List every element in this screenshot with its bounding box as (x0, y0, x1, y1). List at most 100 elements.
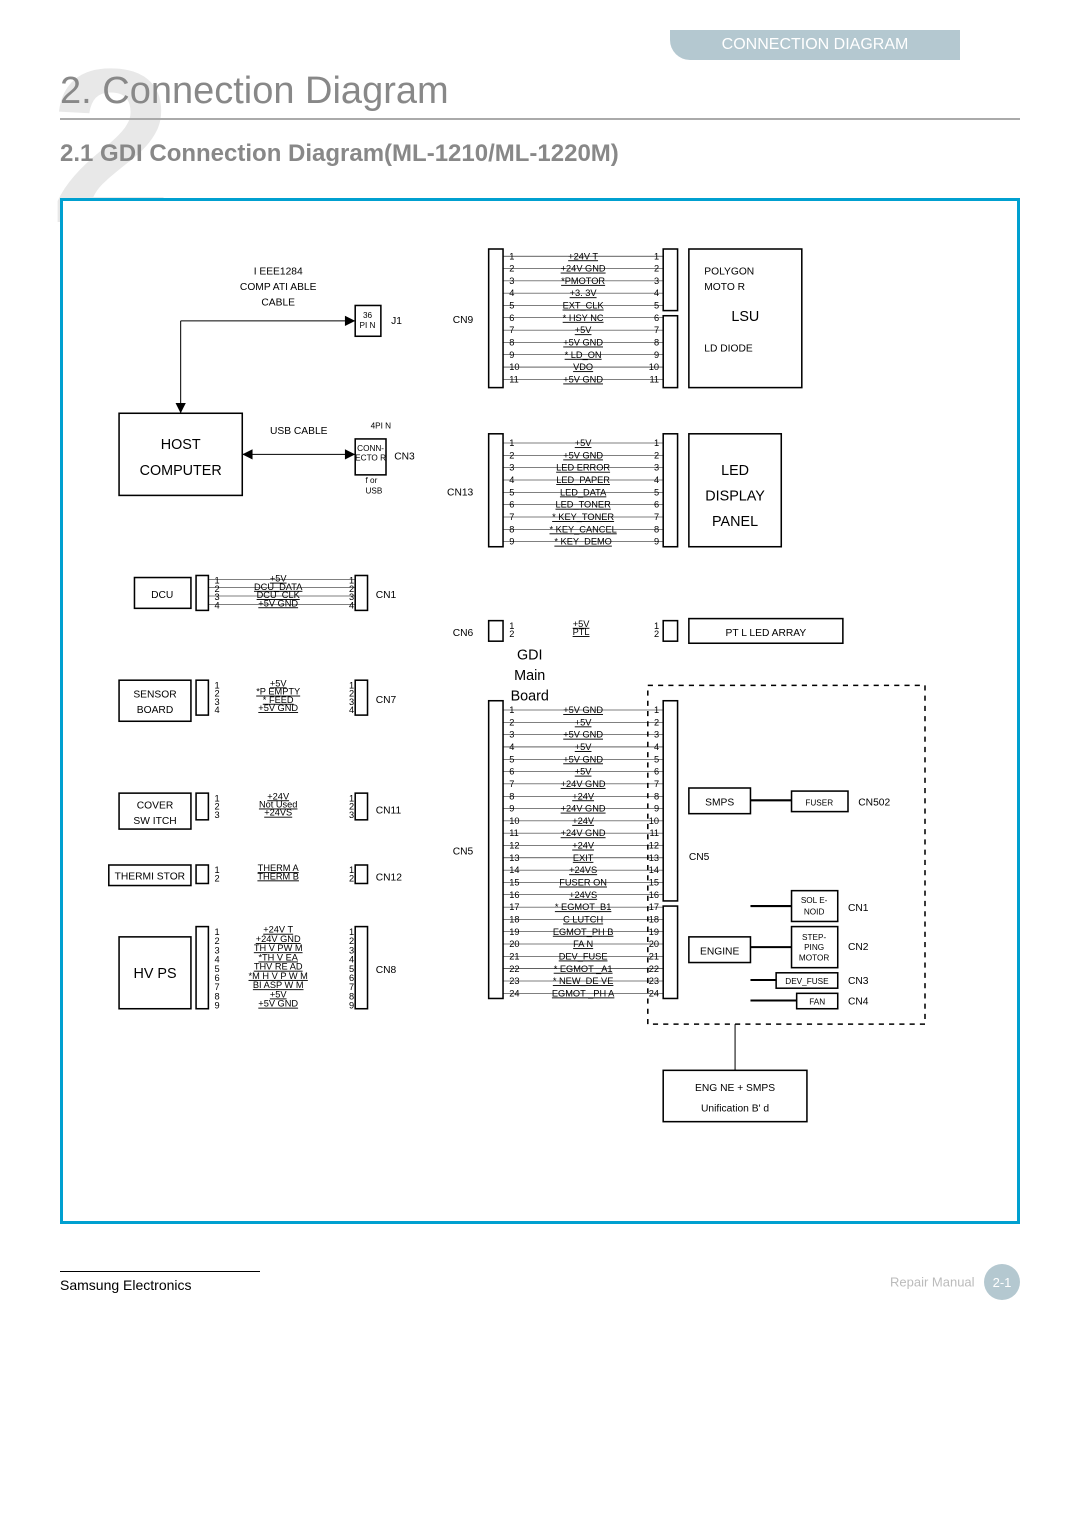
svg-text:10: 10 (649, 816, 659, 826)
svg-text:10: 10 (509, 816, 519, 826)
svg-text:14: 14 (509, 865, 519, 875)
svg-text:4: 4 (349, 705, 354, 715)
svg-text:DEV_FUSE: DEV_FUSE (785, 977, 829, 986)
svg-text:6: 6 (509, 313, 514, 323)
svg-text:3: 3 (509, 276, 514, 286)
svg-text:NOID: NOID (804, 907, 825, 916)
svg-text:7: 7 (509, 512, 514, 522)
svg-text:2: 2 (215, 873, 220, 883)
svg-text:CN2: CN2 (848, 942, 869, 953)
svg-text:CN502: CN502 (858, 797, 890, 808)
svg-text:19: 19 (509, 927, 519, 937)
svg-text:2: 2 (509, 629, 514, 639)
svg-text:10: 10 (509, 362, 519, 372)
svg-text:17: 17 (649, 902, 659, 912)
svg-text:LD DIODE: LD DIODE (704, 344, 753, 355)
svg-text:+5V GND: +5V GND (258, 598, 298, 608)
svg-text:MOTO R: MOTO R (704, 282, 745, 293)
svg-text:COMPUTER: COMPUTER (140, 463, 222, 479)
svg-text:18: 18 (509, 914, 519, 924)
svg-text:9: 9 (349, 1001, 354, 1011)
svg-text:GDI: GDI (517, 648, 543, 664)
svg-text:2: 2 (654, 717, 659, 727)
svg-text:FAN: FAN (809, 998, 825, 1007)
svg-text:+24VS: +24VS (264, 808, 292, 818)
svg-text:3: 3 (509, 463, 514, 473)
svg-text:6: 6 (509, 500, 514, 510)
svg-text:6: 6 (509, 767, 514, 777)
svg-text:5: 5 (509, 301, 514, 311)
svg-text:Board: Board (511, 689, 549, 705)
svg-text:I EEE1284: I EEE1284 (254, 267, 303, 278)
svg-text:20: 20 (509, 939, 519, 949)
svg-text:2: 2 (654, 264, 659, 274)
svg-text:SOL E-: SOL E- (801, 896, 828, 905)
svg-text:12: 12 (509, 841, 519, 851)
svg-text:7: 7 (509, 779, 514, 789)
svg-text:14: 14 (649, 865, 659, 875)
svg-text:16: 16 (509, 890, 519, 900)
svg-text:+5V GND: +5V GND (258, 703, 298, 713)
svg-text:13: 13 (509, 853, 519, 863)
svg-text:3: 3 (654, 463, 659, 473)
svg-text:4PI N: 4PI N (371, 422, 392, 431)
svg-text:2: 2 (654, 450, 659, 460)
svg-text:PING: PING (804, 943, 824, 952)
svg-text:POLYGON: POLYGON (704, 267, 754, 278)
svg-text:9: 9 (654, 804, 659, 814)
svg-text:5: 5 (654, 301, 659, 311)
svg-text:2: 2 (509, 450, 514, 460)
svg-text:4: 4 (654, 742, 659, 752)
svg-text:8: 8 (509, 524, 514, 534)
svg-text:4: 4 (509, 742, 514, 752)
svg-text:f or: f or (365, 476, 377, 485)
footer-manual-label: Repair Manual (890, 1275, 975, 1290)
svg-text:CN3: CN3 (848, 976, 869, 987)
svg-text:SW ITCH: SW ITCH (133, 816, 176, 827)
svg-text:ECTO R: ECTO R (355, 453, 386, 462)
svg-text:21: 21 (649, 951, 659, 961)
svg-text:LED: LED (721, 463, 749, 479)
svg-text:MOTOR: MOTOR (799, 953, 829, 962)
svg-text:9: 9 (509, 804, 514, 814)
svg-text:USB CABLE: USB CABLE (270, 426, 328, 437)
svg-text:4: 4 (215, 705, 220, 715)
svg-text:Unification B' d: Unification B' d (701, 1103, 769, 1114)
svg-text:HOST: HOST (161, 437, 201, 453)
svg-text:3: 3 (654, 730, 659, 740)
svg-text:CN1: CN1 (376, 590, 397, 601)
svg-text:CN12: CN12 (376, 872, 403, 883)
svg-text:CABLE: CABLE (261, 297, 295, 308)
svg-text:BOARD: BOARD (137, 705, 173, 716)
svg-text:7: 7 (509, 325, 514, 335)
svg-text:11: 11 (649, 374, 659, 384)
header-tab: CONNECTION DIAGRAM (670, 30, 960, 60)
svg-text:12: 12 (649, 841, 659, 851)
svg-text:1: 1 (654, 251, 659, 261)
svg-text:20: 20 (649, 939, 659, 949)
svg-text:4: 4 (509, 288, 514, 298)
svg-text:2: 2 (509, 264, 514, 274)
svg-text:22: 22 (649, 964, 659, 974)
svg-text:COMP ATI ABLE: COMP ATI ABLE (240, 282, 317, 293)
svg-text:CN11: CN11 (376, 806, 402, 817)
svg-text:CN6: CN6 (453, 628, 474, 639)
svg-text:CN8: CN8 (376, 965, 397, 976)
svg-text:1: 1 (509, 438, 514, 448)
svg-text:PT L LED ARRAY: PT L LED ARRAY (726, 628, 807, 639)
svg-text:23: 23 (649, 976, 659, 986)
svg-text:SENSOR: SENSOR (133, 690, 176, 701)
svg-text:5: 5 (654, 754, 659, 764)
svg-text:6: 6 (654, 767, 659, 777)
svg-text:CN3: CN3 (394, 451, 415, 462)
svg-text:6: 6 (654, 500, 659, 510)
svg-text:CN4: CN4 (848, 997, 869, 1008)
svg-text:19: 19 (649, 927, 659, 937)
svg-text:2: 2 (509, 717, 514, 727)
svg-text:17: 17 (509, 902, 519, 912)
svg-text:5: 5 (654, 487, 659, 497)
svg-text:4: 4 (654, 475, 659, 485)
svg-text:CN5: CN5 (453, 847, 474, 858)
svg-text:3: 3 (654, 276, 659, 286)
section-title: 2.1 GDI Connection Diagram(ML-1210/ML-12… (60, 140, 1020, 168)
